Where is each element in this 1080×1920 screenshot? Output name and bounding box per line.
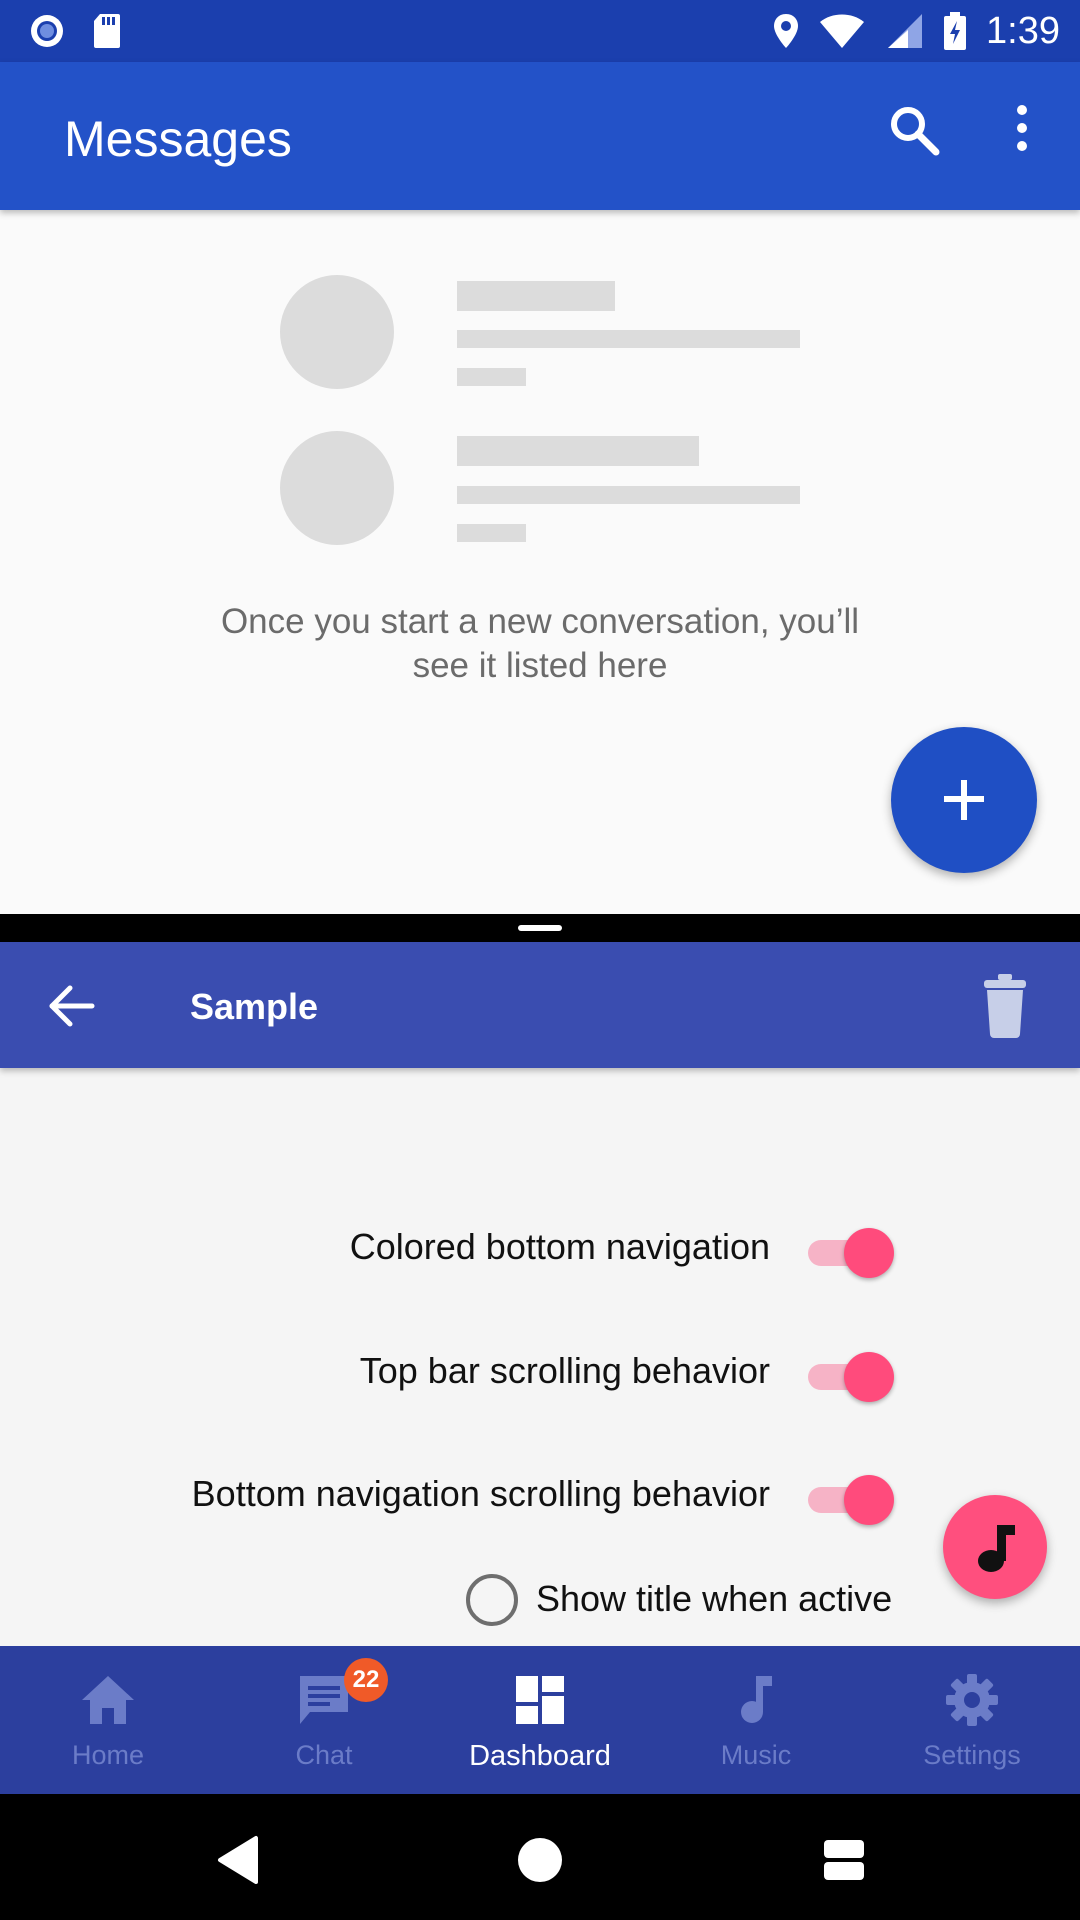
home-icon	[82, 1676, 134, 1724]
top-bar-scrolling-toggle[interactable]	[808, 1346, 894, 1402]
switch-thumb	[844, 1228, 894, 1278]
empty-state-text: Once you start a new conversation, you’l…	[190, 600, 890, 688]
new-conversation-button[interactable]	[891, 727, 1037, 873]
sample-app-bar: Sample	[0, 942, 1080, 1068]
nav-label: Settings	[923, 1740, 1021, 1770]
nav-item-home[interactable]: Home	[0, 1646, 216, 1794]
placeholder-avatar	[280, 275, 394, 389]
battery-charging-icon	[944, 12, 967, 50]
trash-icon[interactable]	[980, 970, 1030, 1040]
back-icon[interactable]	[210, 1830, 270, 1890]
dashboard-icon	[516, 1676, 564, 1724]
placeholder-line	[457, 486, 800, 504]
gear-icon	[946, 1674, 998, 1726]
split-screen-divider[interactable]	[0, 914, 1080, 942]
empty-state-line: Once you start a new conversation, you’l…	[220, 602, 860, 641]
show-title-when-active-option[interactable]: Show title when active	[466, 1568, 966, 1628]
signal-icon	[888, 14, 923, 48]
setting-label: Top bar scrolling behavior	[359, 1350, 770, 1391]
home-button-icon[interactable]	[510, 1830, 570, 1890]
nav-label: Home	[71, 1740, 145, 1770]
clock: 1:39	[986, 9, 1060, 52]
unread-count-badge: 22	[344, 1658, 388, 1702]
nav-label: Chat	[295, 1740, 353, 1770]
sd-card-icon	[94, 14, 120, 48]
placeholder-line	[457, 330, 800, 348]
colored-bottom-navigation-toggle[interactable]	[808, 1222, 894, 1278]
empty-state-line: see it listed here	[412, 646, 668, 685]
setting-label: Bottom navigation scrolling behavior	[191, 1473, 770, 1514]
placeholder-avatar	[280, 431, 394, 545]
switch-thumb	[844, 1475, 894, 1525]
nav-item-music[interactable]: Music	[648, 1646, 864, 1794]
nav-item-settings[interactable]: Settings	[864, 1646, 1080, 1794]
radio-button[interactable]	[466, 1574, 518, 1626]
back-arrow-icon[interactable]	[44, 978, 100, 1034]
setting-top-bar-scrolling: Top bar scrolling behavior	[0, 1338, 1080, 1408]
record-icon	[31, 15, 63, 47]
setting-label: Colored bottom navigation	[349, 1226, 770, 1267]
placeholder-line	[457, 436, 699, 466]
page-title: Sample	[190, 986, 319, 1027]
music-note-icon	[741, 1676, 772, 1723]
bottom-navigation-scrolling-toggle[interactable]	[808, 1469, 894, 1525]
more-vert-icon[interactable]	[1000, 100, 1044, 160]
switch-thumb	[844, 1352, 894, 1402]
system-navigation-bar	[0, 1794, 1080, 1920]
wifi-icon	[820, 14, 865, 48]
bottom-navigation: Home 22 Chat Dashboard Music Settings	[0, 1646, 1080, 1794]
nav-item-dashboard[interactable]: Dashboard	[432, 1646, 648, 1794]
status-bar: 1:39	[0, 0, 1080, 62]
placeholder-line	[457, 368, 526, 386]
search-icon[interactable]	[884, 100, 944, 160]
location-icon	[774, 14, 799, 48]
music-fab-button[interactable]	[943, 1495, 1047, 1599]
nav-label: Music	[720, 1740, 792, 1770]
plus-icon	[944, 780, 984, 820]
recents-icon[interactable]	[814, 1830, 874, 1890]
radio-label: Show title when active	[536, 1578, 893, 1619]
messages-app-bar: Messages	[0, 62, 1080, 210]
messages-app: Messages Once you start a new conversati…	[0, 62, 1080, 914]
placeholder-line	[457, 281, 615, 311]
nav-item-chat[interactable]: 22 Chat	[216, 1646, 432, 1794]
placeholder-line	[457, 524, 526, 542]
divider-handle[interactable]	[518, 925, 562, 931]
nav-label: Dashboard	[469, 1740, 611, 1772]
page-title: Messages	[64, 111, 292, 167]
setting-colored-bottom-navigation: Colored bottom navigation	[0, 1214, 1080, 1284]
setting-bottom-navigation-scrolling: Bottom navigation scrolling behavior	[0, 1461, 1080, 1531]
music-note-icon	[978, 1525, 1015, 1572]
